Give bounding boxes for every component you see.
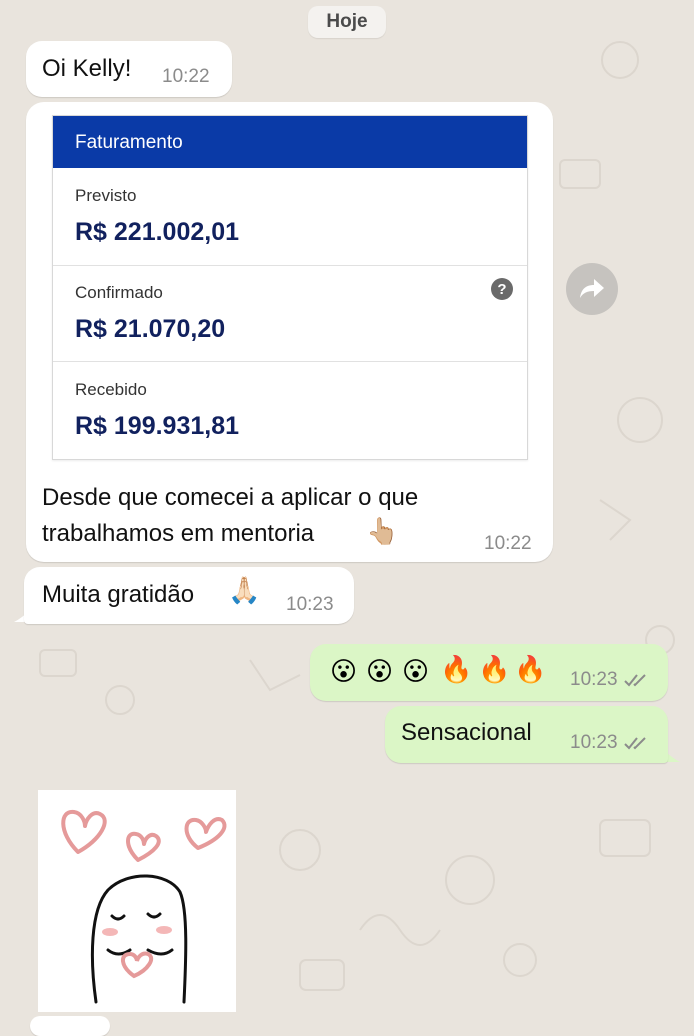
- surprised-face-emoji-icon: 😮: [402, 656, 430, 686]
- date-label: Hoje: [326, 11, 368, 32]
- row-divider: [53, 361, 527, 362]
- double-check-icon: [624, 674, 646, 687]
- message-time: 10:23: [570, 669, 618, 690]
- message-bubble-incoming[interactable]: Oi Kelly! 10:22: [26, 41, 232, 97]
- double-check-icon: [624, 737, 646, 750]
- message-text: Sensacional: [401, 719, 532, 746]
- message-text: Muita gratidão: [42, 581, 195, 608]
- message-text: Oi Kelly!: [42, 55, 132, 82]
- card-title: Faturamento: [75, 132, 183, 153]
- caption-line-2: trabalhamos em mentoria: [42, 520, 315, 547]
- forward-arrow-icon: [580, 279, 604, 298]
- message-time: 10:23: [570, 732, 618, 753]
- forward-button[interactable]: [566, 263, 618, 315]
- card-header: Faturamento: [53, 116, 527, 168]
- row-label-recebido: Recebido: [75, 380, 147, 399]
- sticker-message[interactable]: [38, 790, 236, 1012]
- billing-card-image[interactable]: Faturamento Previsto R$ 221.002,01 Confi…: [52, 115, 528, 460]
- message-bubble-incoming[interactable]: Muita gratidão 🙏🏻 10:23: [24, 567, 354, 624]
- message-bubble-outgoing[interactable]: Sensacional 10:23: [385, 706, 668, 763]
- row-label-confirmado: Confirmado: [75, 283, 163, 302]
- question-icon[interactable]: ?: [491, 278, 513, 300]
- message-time: 10:22: [484, 533, 532, 554]
- row-value-recebido: R$ 199.931,81: [75, 412, 240, 440]
- caption-line-1: Desde que comecei a aplicar o que: [42, 484, 419, 511]
- message-bubble-incoming-partial[interactable]: [30, 1016, 110, 1036]
- message-time: 10:23: [286, 594, 334, 615]
- message-time: 10:22: [162, 66, 210, 87]
- message-bubble-outgoing[interactable]: 😮 😮 😮 🔥 🔥 🔥 10:23: [310, 644, 668, 701]
- fire-emoji-icon: 🔥: [514, 654, 547, 684]
- row-label-previsto: Previsto: [75, 186, 137, 205]
- date-divider: Hoje: [308, 6, 386, 38]
- row-divider: [53, 265, 527, 266]
- surprised-face-emoji-icon: 😮: [366, 656, 394, 686]
- fire-emoji-icon: 🔥: [440, 654, 473, 684]
- fire-emoji-icon: 🔥: [478, 654, 511, 684]
- row-value-previsto: R$ 221.002,01: [75, 218, 240, 246]
- pointing-up-emoji-icon: 👆🏼: [366, 516, 399, 546]
- row-value-confirmado: R$ 21.070,20: [75, 315, 226, 343]
- surprised-face-emoji-icon: 😮: [330, 656, 358, 686]
- praying-hands-emoji-icon: 🙏🏻: [228, 575, 261, 605]
- heart-character-sticker-icon: [61, 809, 227, 1004]
